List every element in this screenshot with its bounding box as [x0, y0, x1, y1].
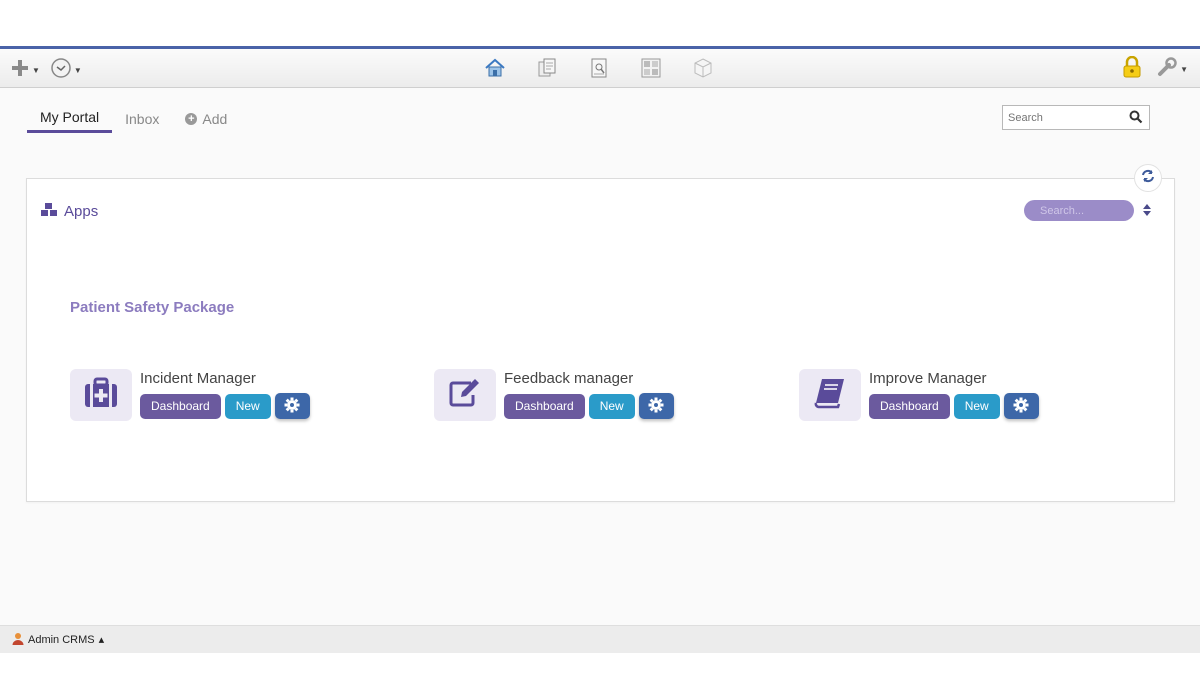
- new-button[interactable]: New: [224, 393, 271, 419]
- add-menu-button[interactable]: ▼: [10, 58, 40, 83]
- app-actions: Dashboard New: [504, 393, 674, 419]
- dashboard-button[interactable]: Dashboard: [504, 393, 585, 419]
- app-icon-container: [799, 369, 861, 421]
- new-button[interactable]: New: [953, 393, 1000, 419]
- package-title: Patient Safety Package: [70, 299, 235, 316]
- settings-button[interactable]: [638, 393, 674, 419]
- search-input[interactable]: [1003, 106, 1123, 129]
- app-root: ▼ ▼ ▼ My Portal Inbox + Add Search Apps …: [0, 0, 1200, 700]
- apps-title-text: Apps: [64, 203, 99, 220]
- edit-form-icon: [447, 377, 483, 414]
- first-aid-kit-icon: [83, 377, 119, 414]
- history-menu-button[interactable]: ▼: [50, 57, 82, 84]
- app-card: Improve Manager Dashboard New: [799, 369, 1039, 421]
- plus-circle-icon: +: [185, 113, 198, 125]
- apps-panel-title: Apps: [40, 202, 98, 221]
- tab-my-portal[interactable]: My Portal: [27, 109, 113, 133]
- app-name: Feedback manager: [504, 370, 634, 387]
- tab-label: Inbox: [125, 111, 160, 127]
- caret-down-icon: ▼: [1180, 65, 1188, 74]
- refresh-icon: [1141, 169, 1155, 188]
- settings-button[interactable]: [1003, 393, 1039, 419]
- report-icon[interactable]: [588, 57, 610, 84]
- app-actions: Dashboard New: [140, 393, 310, 419]
- package-box-icon[interactable]: [692, 57, 714, 84]
- dashboard-button[interactable]: Dashboard: [140, 393, 221, 419]
- app-card: Incident Manager Dashboard New: [70, 369, 310, 421]
- search-icon[interactable]: [1129, 110, 1143, 129]
- new-button[interactable]: New: [588, 393, 635, 419]
- sort-icon[interactable]: [1142, 203, 1152, 222]
- refresh-button[interactable]: [1134, 164, 1162, 192]
- caret-down-icon: ▼: [32, 66, 40, 75]
- app-body: Feedback manager Dashboard New: [504, 369, 674, 419]
- dashboard-grid-icon[interactable]: [640, 57, 662, 84]
- global-search: [1002, 105, 1150, 130]
- portal-tabs: My Portal Inbox + Add: [27, 108, 240, 133]
- app-icon-container: [434, 369, 496, 421]
- user-menu[interactable]: Admin CRMS ▴: [12, 632, 104, 648]
- apps-search-input[interactable]: [1024, 200, 1134, 221]
- toolbar-center-group: [484, 57, 714, 84]
- app-card: Feedback manager Dashboard New: [434, 369, 674, 421]
- cubes-icon: [40, 202, 58, 221]
- caret-down-icon: ▼: [73, 66, 82, 75]
- main-content: My Portal Inbox + Add Apps: [0, 88, 1200, 625]
- app-name: Improve Manager: [869, 370, 987, 387]
- tab-add[interactable]: + Add: [172, 111, 240, 133]
- tab-label: My Portal: [40, 109, 100, 125]
- history-clock-icon: [50, 57, 72, 84]
- app-body: Improve Manager Dashboard New: [869, 369, 1039, 419]
- top-toolbar: ▼ ▼ ▼: [0, 46, 1200, 88]
- gear-icon: [1013, 397, 1029, 416]
- app-name: Incident Manager: [140, 370, 256, 387]
- lock-icon[interactable]: [1122, 55, 1142, 83]
- app-actions: Dashboard New: [869, 393, 1039, 419]
- app-icon-container: [70, 369, 132, 421]
- toolbar-left-group: ▼ ▼: [10, 57, 82, 84]
- gear-icon: [648, 397, 664, 416]
- user-name: Admin CRMS: [28, 633, 95, 646]
- settings-button[interactable]: [274, 393, 310, 419]
- gear-icon: [284, 397, 300, 416]
- dashboard-button[interactable]: Dashboard: [869, 393, 950, 419]
- tools-menu-button[interactable]: ▼: [1156, 56, 1188, 83]
- book-icon: [812, 377, 848, 414]
- app-body: Incident Manager Dashboard New: [140, 369, 310, 419]
- toolbar-right-group: ▼: [1122, 55, 1188, 83]
- home-icon[interactable]: [484, 57, 506, 84]
- documents-icon[interactable]: [536, 57, 558, 84]
- caret-up-icon: ▴: [98, 634, 105, 646]
- status-bar: Admin CRMS ▴: [0, 625, 1200, 653]
- apps-panel: Apps Patient Safety Package Incident Man…: [26, 178, 1175, 502]
- add-icon: [10, 58, 30, 83]
- tab-inbox[interactable]: Inbox: [112, 111, 172, 133]
- user-avatar-icon: [12, 632, 24, 648]
- tab-label: Add: [202, 111, 228, 127]
- tools-wrench-icon: [1156, 56, 1178, 83]
